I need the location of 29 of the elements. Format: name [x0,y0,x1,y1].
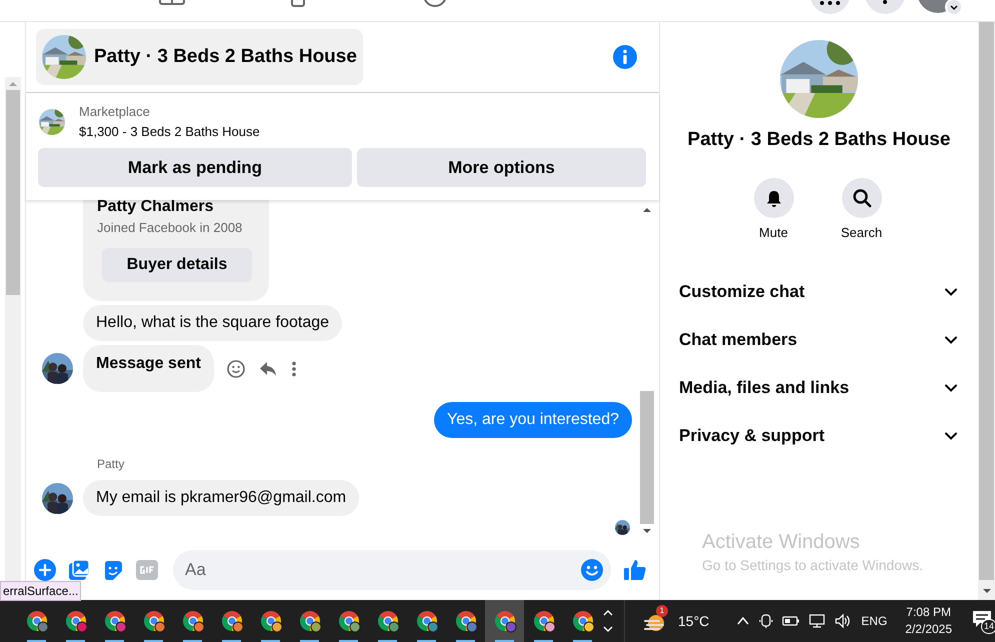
listing-action-button[interactable]: More options [357,148,646,187]
listing-action-button[interactable]: Mark as pending [38,148,352,187]
accordion-row[interactable]: Media, files and links [679,364,959,412]
notification-button[interactable]: 14 [972,609,995,633]
action-label: Mute [759,224,788,242]
accordion-row[interactable]: Privacy & support [679,412,959,460]
tooltip: erralSurface... [0,581,82,601]
buyer-details-button[interactable]: Buyer details [102,248,252,282]
clock[interactable]: 7:08 PM 2/2/2025 [905,604,952,638]
chat-title-button[interactable]: Patty · 3 Beds 2 Baths House [36,29,363,85]
message-bubble: Hello, what is the square footage [83,305,342,341]
chat-title: Patty · 3 Beds 2 Baths House [688,128,950,152]
temperature: 15°C [678,612,710,630]
join-date: Joined Facebook in 2008 [97,219,242,237]
activation-message: Go to Settings to activate Windows. [702,556,924,575]
activation-title: Activate Windows [702,530,861,554]
message-bubble: Message sent [83,345,214,392]
accordion-row[interactable]: Chat members [679,316,959,364]
accordion-row[interactable]: Customize chat [679,268,959,316]
listing-source: Marketplace [79,103,151,121]
message-bubble: Yes, are you interested? [434,402,632,438]
action-label: Search [840,224,882,242]
message-bubble: My email is pkramer96@gmail.com [83,480,360,516]
sender-name: Patty [97,457,124,471]
alert-badge: 1 [656,605,668,617]
notification-count: 14 [981,619,995,634]
language-indicator[interactable]: ENG [861,612,888,630]
listing-title: $1,300 - 3 Beds 2 Baths House [79,123,260,141]
message-input-field[interactable]: Aa [173,550,611,590]
